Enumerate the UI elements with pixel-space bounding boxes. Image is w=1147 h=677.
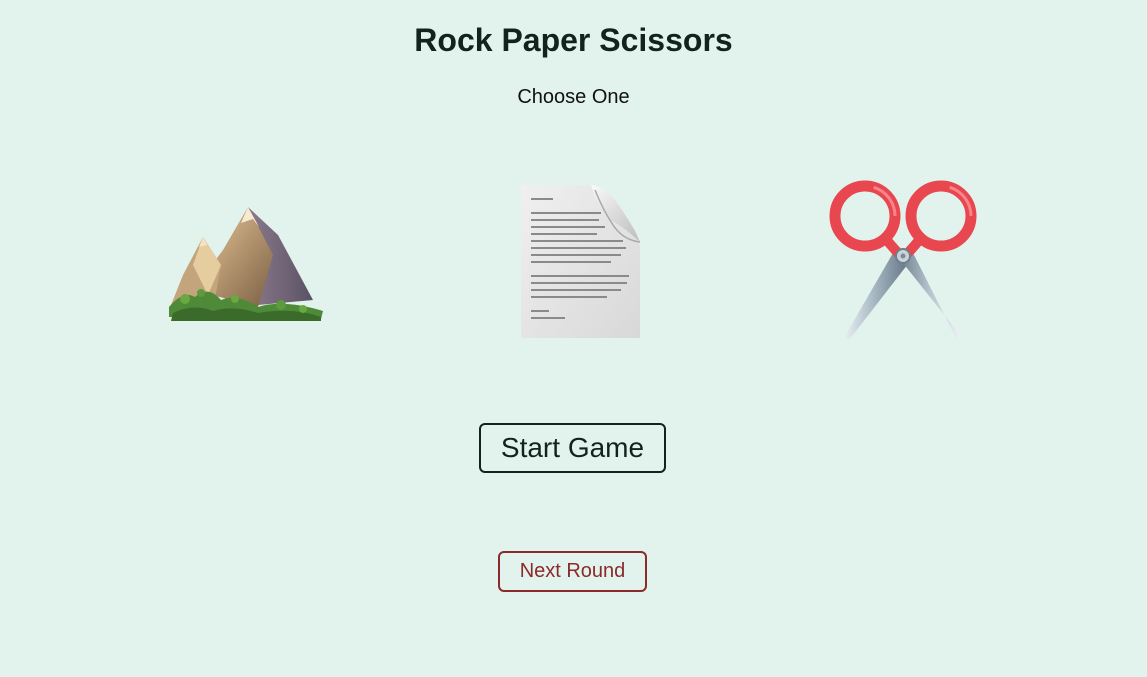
choose-prompt: Choose One	[517, 86, 630, 108]
scissors-icon	[829, 180, 977, 340]
rock-choice[interactable]	[158, 175, 328, 345]
next-round-button[interactable]: Next Round	[498, 551, 647, 592]
page-facing-up-icon	[521, 185, 641, 338]
scissors-choice[interactable]	[818, 175, 988, 345]
paper-choice[interactable]	[488, 175, 658, 345]
start-game-button[interactable]: Start Game	[479, 423, 666, 473]
game-page: Rock Paper Scissors Choose One Start Gam…	[0, 0, 1147, 677]
mountain-icon	[169, 207, 323, 321]
page-title: Rock Paper Scissors	[414, 22, 733, 58]
